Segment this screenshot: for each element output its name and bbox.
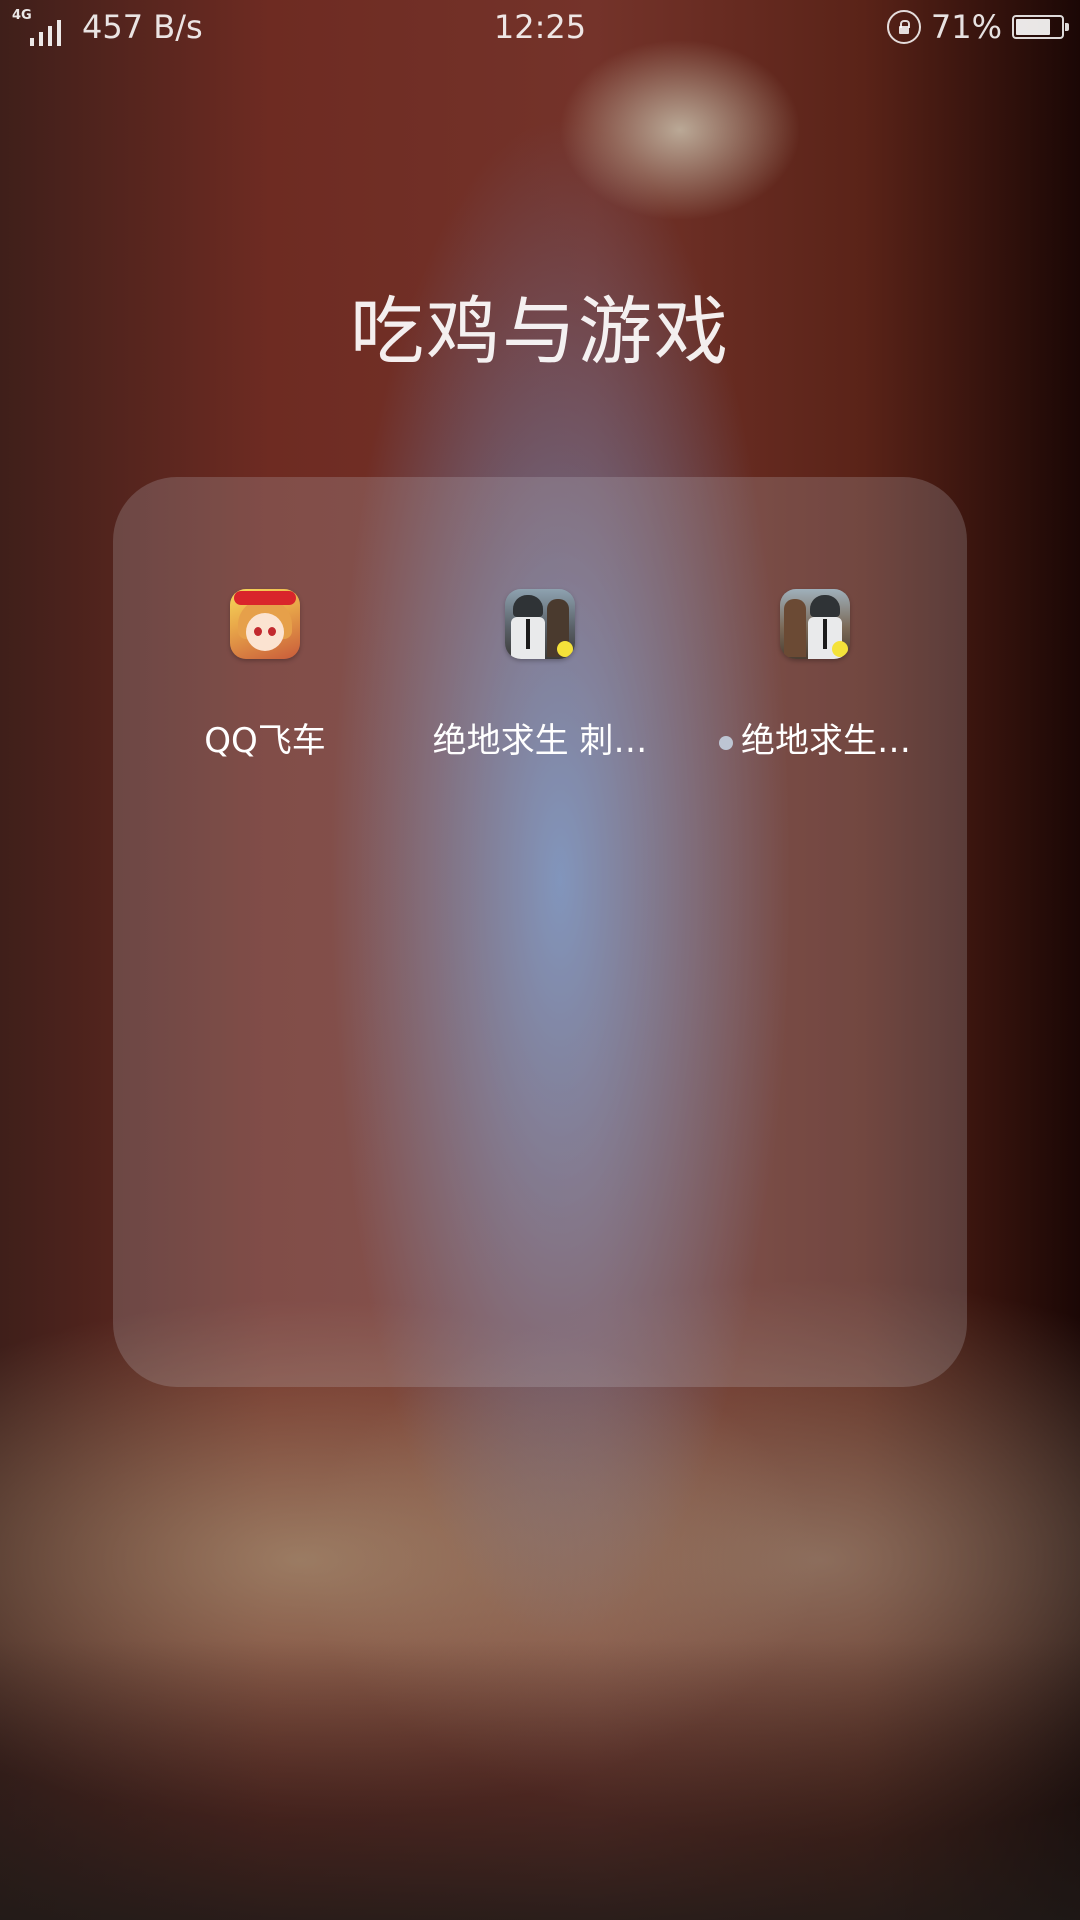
status-bar: 4G 457 B/s 12:25 71%: [0, 0, 1080, 56]
home-screen: 4G 457 B/s 12:25 71% 吃鸡与游戏 QQ飞车 绝地求生 刺… …: [0, 0, 1080, 1920]
app-label: QQ飞车: [204, 721, 326, 761]
folder-title[interactable]: 吃鸡与游戏: [0, 272, 1080, 379]
rotation-lock-icon: [886, 10, 921, 44]
battery-icon: [1012, 15, 1069, 39]
app-pubg-fullscale[interactable]: 绝地求生…: [685, 589, 945, 762]
folder-panel: QQ飞车 绝地求生 刺… 绝地求生…: [113, 477, 967, 1387]
pubg-fullscale-app-icon[interactable]: [780, 589, 850, 659]
app-qq-speed[interactable]: QQ飞车: [135, 589, 395, 762]
battery-percent: 71%: [930, 8, 1002, 46]
status-right: 71%: [886, 8, 1069, 46]
app-label: 绝地求生…: [741, 721, 911, 761]
qq-speed-app-icon[interactable]: [230, 589, 300, 659]
app-label: 绝地求生 刺…: [432, 721, 648, 761]
app-label-row: 绝地求生…: [685, 713, 945, 762]
app-pubg-exhilarating[interactable]: 绝地求生 刺…: [410, 589, 670, 762]
battery-level-fill: [1016, 19, 1051, 35]
pubg-exhilarating-app-icon[interactable]: [505, 589, 575, 659]
new-install-dot: [719, 735, 733, 750]
